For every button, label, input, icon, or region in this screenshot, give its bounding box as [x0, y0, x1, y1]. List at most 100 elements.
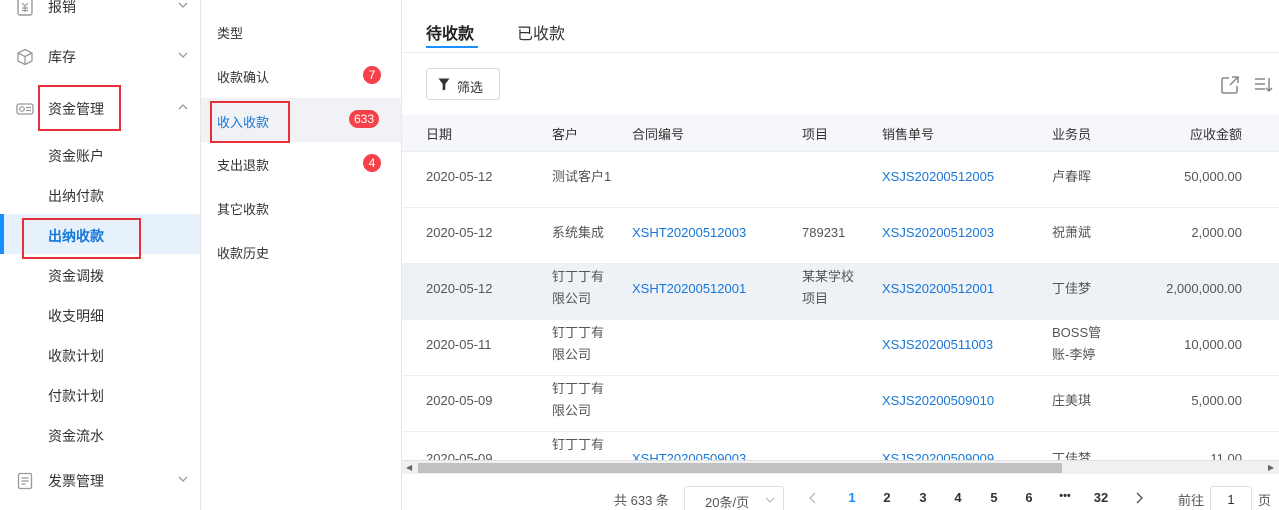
total-count: 共 633 条 [614, 493, 669, 508]
page-ellipsis[interactable]: ••• [1055, 490, 1075, 502]
table-header: 日期 客户 合同编号 项目 销售单号 业务员 应收金额 [402, 115, 1279, 152]
export-icon[interactable] [1220, 75, 1240, 95]
table-row[interactable]: 2020-05-11 钉丁丁有 限公司 XSJS20200511003 BOSS… [402, 320, 1279, 376]
column-header-salesman[interactable]: 业务员 [1052, 124, 1091, 143]
page-number-current[interactable]: 1 [842, 490, 862, 505]
cell-customer-line1: 钉丁丁有 [552, 325, 605, 340]
page-number[interactable]: 2 [877, 490, 897, 505]
next-page-icon[interactable] [1134, 492, 1144, 504]
prev-page-icon[interactable] [808, 492, 818, 504]
nav-group-fund-management[interactable]: 资金管理 [0, 88, 200, 128]
invoice-icon [17, 472, 33, 490]
type-item-income-receipt[interactable]: 收入收款 633 [201, 98, 401, 142]
cell-amount: 2,000.00 [1191, 225, 1242, 240]
cell-customer-line2: 限公司 [552, 403, 592, 418]
cell-customer: 测试客户1 [552, 169, 612, 184]
nav-item-label: 付款计划 [48, 388, 104, 404]
column-header-project[interactable]: 项目 [802, 124, 828, 143]
type-item-label: 支出退款 [217, 158, 270, 173]
type-header: 类型 [217, 26, 244, 41]
type-item-receipt-confirm[interactable]: 收款确认 7 [201, 53, 401, 97]
scroll-right-arrow-icon[interactable]: ▶ [1268, 464, 1276, 472]
type-item-label: 收款历史 [217, 246, 270, 261]
type-item-label: 收入收款 [217, 115, 270, 130]
column-header-customer[interactable]: 客户 [552, 124, 578, 143]
table-row[interactable]: 2020-05-09 钉丁丁有 XSHT20200509003 XSJS2020… [402, 432, 1279, 460]
column-header-amount-receivable[interactable]: 应收金额 [1142, 124, 1242, 143]
pagination: 共 633 条 20条/页 1 2 3 4 5 6 ••• 32 前往 页 [402, 484, 1279, 510]
type-item-receipt-history[interactable]: 收款历史 [201, 229, 401, 273]
side-nav: 报销 库存 资金管理 资金账户 出纳付款 出纳收款 资金调拨 收支明细 收款计划… [0, 0, 201, 510]
nav-group-label: 发票管理 [48, 473, 104, 489]
page-size-select[interactable]: 20条/页 [684, 486, 784, 510]
nav-group-invoice-management[interactable]: 发票管理 [0, 460, 200, 500]
type-item-other-receipt[interactable]: 其它收款 [201, 185, 401, 229]
chevron-down-icon [178, 476, 188, 482]
cell-sales-order-link[interactable]: XSJS20200509010 [882, 390, 994, 412]
cell-amount: 11.00 [1210, 451, 1242, 460]
cell-sales-order-link[interactable]: XSJS20200512001 [882, 278, 994, 300]
cell-amount: 5,000.00 [1191, 393, 1242, 408]
table-row[interactable]: 2020-05-12 系统集成 XSHT20200512003 789231 X… [402, 208, 1279, 264]
nav-item-cashier-receipt[interactable]: 出纳收款 [0, 214, 200, 254]
cell-customer-line1: 钉丁丁有 [552, 269, 605, 284]
cell-salesman: 丁佳梦 [1052, 451, 1092, 460]
goto-page-input[interactable] [1210, 486, 1252, 510]
sort-icon[interactable] [1253, 75, 1273, 95]
type-item-expense-refund[interactable]: 支出退款 4 [201, 141, 401, 185]
page-size-value: 20条/页 [705, 495, 750, 510]
yen-receipt-icon [17, 0, 33, 16]
chevron-down-icon [178, 2, 188, 8]
nav-item-fund-flow[interactable]: 资金流水 [0, 414, 200, 454]
column-header-sales-order-no[interactable]: 销售单号 [882, 124, 934, 143]
nav-item-income-expense-detail[interactable]: 收支明细 [0, 294, 200, 334]
type-item-label: 收款确认 [217, 70, 270, 85]
table-row[interactable]: 2020-05-09 钉丁丁有 限公司 XSJS20200509010 庄美琪 … [402, 376, 1279, 432]
page-number[interactable]: 3 [913, 490, 933, 505]
nav-group-inventory[interactable]: 库存 [0, 36, 200, 76]
column-header-date[interactable]: 日期 [426, 124, 452, 143]
tab-pending-receipt[interactable]: 待收款 [426, 20, 474, 44]
cube-icon [17, 48, 33, 66]
cell-sales-order-link[interactable]: XSJS20200511003 [882, 334, 993, 356]
nav-group-reimburse[interactable]: 报销 [0, 0, 200, 26]
cell-amount: 10,000.00 [1184, 337, 1242, 352]
chevron-down-icon [765, 497, 775, 503]
scrollbar-thumb[interactable] [418, 463, 1062, 473]
filter-icon [438, 78, 450, 91]
cell-contract-link[interactable]: XSHT20200512001 [632, 278, 746, 300]
cell-salesman: 卢春晖 [1052, 169, 1092, 184]
nav-item-payment-plan[interactable]: 付款计划 [0, 374, 200, 414]
nav-item-fund-account[interactable]: 资金账户 [0, 134, 200, 174]
page-number[interactable]: 4 [948, 490, 968, 505]
cell-customer: 系统集成 [552, 225, 605, 240]
cell-amount: 2,000,000.00 [1166, 281, 1242, 296]
filter-button[interactable]: 筛选 [426, 68, 500, 100]
money-icon [16, 103, 34, 115]
column-header-contract-no[interactable]: 合同编号 [632, 124, 684, 143]
cell-salesman: 祝萧斌 [1052, 225, 1092, 240]
nav-item-receipt-plan[interactable]: 收款计划 [0, 334, 200, 374]
cell-sales-order-link[interactable]: XSJS20200512003 [882, 222, 994, 244]
table-row[interactable]: 2020-05-12 测试客户1 XSJS20200512005 卢春晖 50,… [402, 152, 1279, 208]
table-row[interactable]: 2020-05-12 钉丁丁有 限公司 XSHT20200512001 某某学校… [402, 264, 1279, 320]
cell-contract-link[interactable]: XSHT20200512003 [632, 222, 746, 244]
cell-date: 2020-05-12 [426, 225, 493, 240]
tab-received[interactable]: 已收款 [517, 20, 565, 44]
cell-sales-order-link[interactable]: XSJS20200512005 [882, 166, 994, 188]
nav-item-label: 出纳收款 [48, 228, 104, 244]
page-number[interactable]: 6 [1019, 490, 1039, 505]
cell-amount: 50,000.00 [1184, 169, 1242, 184]
horizontal-scrollbar[interactable]: ◀ ▶ [402, 460, 1279, 474]
page-number[interactable]: 5 [984, 490, 1004, 505]
nav-item-cashier-payment[interactable]: 出纳付款 [0, 174, 200, 214]
count-badge: 7 [363, 66, 381, 84]
cell-salesman-line1: BOSS管 [1052, 325, 1102, 340]
cell-contract-link[interactable]: XSHT20200509003 [632, 448, 746, 460]
scroll-left-arrow-icon[interactable]: ◀ [406, 464, 414, 472]
nav-item-fund-transfer[interactable]: 资金调拨 [0, 254, 200, 294]
cell-project: 789231 [802, 225, 846, 240]
cell-salesman: 庄美琪 [1052, 393, 1092, 408]
page-number-last[interactable]: 32 [1091, 490, 1111, 505]
cell-sales-order-link[interactable]: XSJS20200509009 [882, 448, 994, 460]
